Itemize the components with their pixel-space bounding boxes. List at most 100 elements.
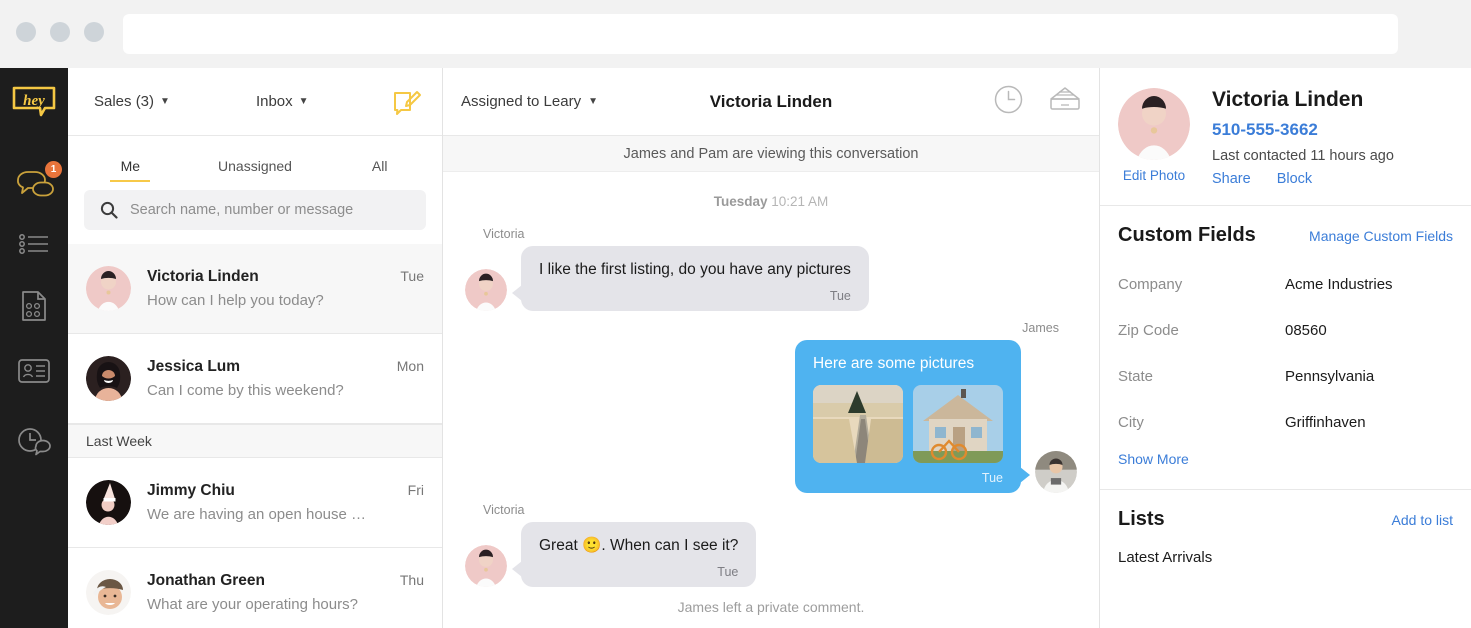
search-box[interactable] xyxy=(84,190,426,230)
list-item[interactable]: Jimmy Chiu Fri We are having an open hou… xyxy=(68,458,442,548)
assigned-to-dropdown[interactable]: Assigned to Leary ▼ xyxy=(461,93,598,110)
avatar xyxy=(86,570,131,615)
list-item-time: Fri xyxy=(407,482,424,498)
edit-photo-link[interactable]: Edit Photo xyxy=(1118,168,1190,183)
message-bubble[interactable]: Here are some pictures Tue xyxy=(795,339,1030,493)
message-column: Victoria xyxy=(465,502,757,587)
message-bubble[interactable]: Great 🙂. When can I see it? Tue xyxy=(511,521,757,587)
message-sender: Victoria xyxy=(483,227,525,241)
tab-me[interactable]: Me xyxy=(68,158,193,182)
conversation-items: Victoria Linden Tue How can I help you t… xyxy=(68,244,442,628)
list-item-time: Tue xyxy=(400,268,424,284)
archive-button[interactable] xyxy=(1049,86,1081,117)
avatar-image xyxy=(86,480,131,525)
custom-field-row: Company Acme Industries xyxy=(1118,261,1453,307)
custom-field-label: State xyxy=(1118,367,1154,385)
list-item-name: Jimmy Chiu xyxy=(147,482,235,499)
sidebar-item-templates[interactable] xyxy=(0,290,68,322)
message-time: Tue xyxy=(829,288,851,303)
message-row: Victoria xyxy=(443,227,1099,311)
custom-fields-list: Company Acme Industries Zip Code 08560 S… xyxy=(1118,261,1453,445)
svg-text:hey: hey xyxy=(23,93,45,109)
block-link[interactable]: Block xyxy=(1277,171,1312,187)
custom-field-label: Zip Code xyxy=(1118,321,1179,339)
message-list: Tuesday 10:21 AM Victoria I like the fir… xyxy=(443,172,1099,628)
avatar-image xyxy=(86,356,131,401)
custom-field-row: State Pennsylvania xyxy=(1118,353,1453,399)
sidebar-item-scheduled[interactable] xyxy=(0,426,68,456)
list-item-body: Jonathan Green Thu What are your operati… xyxy=(147,572,424,613)
tab-all[interactable]: All xyxy=(317,158,442,182)
lists-header: Lists Add to list xyxy=(1118,508,1453,531)
show-more-link[interactable]: Show More xyxy=(1118,451,1453,467)
message-attachments xyxy=(813,384,1003,463)
snooze-button[interactable] xyxy=(994,85,1023,119)
search-input[interactable] xyxy=(130,202,410,218)
attachment-thumbnail[interactable] xyxy=(813,384,903,463)
messages-unread-badge: 1 xyxy=(45,161,62,178)
list-item-top-row: Victoria Linden Tue xyxy=(147,268,424,286)
hey-logo[interactable]: hey xyxy=(0,84,68,118)
custom-field-row: Zip Code 08560 xyxy=(1118,307,1453,353)
day-separator: Tuesday 10:21 AM xyxy=(443,194,1099,209)
tab-all-label: All xyxy=(371,158,388,174)
list-entry[interactable]: Latest Arrivals xyxy=(1118,549,1453,566)
contact-header: Edit Photo Victoria Linden 510-555-3662 … xyxy=(1100,68,1471,206)
avatar-image xyxy=(465,268,507,311)
compose-button[interactable] xyxy=(392,89,422,122)
sidebar-item-messages[interactable]: 1 xyxy=(0,161,68,205)
list-item[interactable]: Jessica Lum Mon Can I come by this weeke… xyxy=(68,334,442,424)
chevron-down-icon: ▼ xyxy=(298,95,309,107)
thread-header: Assigned to Leary ▼ Victoria Linden xyxy=(443,68,1099,136)
close-window-button[interactable] xyxy=(16,22,36,42)
custom-field-value[interactable]: 08560 xyxy=(1285,322,1327,339)
inbox-selector-dropdown[interactable]: Sales (3) ▼ xyxy=(94,93,170,110)
list-item-body: Jimmy Chiu Fri We are having an open hou… xyxy=(147,482,424,523)
sidebar-item-contacts[interactable] xyxy=(0,358,68,384)
custom-field-label: Company xyxy=(1118,275,1183,293)
message-time: Tue xyxy=(981,470,1003,485)
message-text: Great 🙂. When can I see it? xyxy=(539,536,739,554)
list-item[interactable]: Victoria Linden Tue How can I help you t… xyxy=(68,244,442,334)
add-to-list-link[interactable]: Add to list xyxy=(1392,512,1453,528)
custom-field-value[interactable]: Griffinhaven xyxy=(1285,414,1366,431)
custom-fields-section: Custom Fields Manage Custom Fields Compa… xyxy=(1100,206,1471,490)
archive-tray-icon xyxy=(1050,87,1080,110)
sidebar-item-lists[interactable] xyxy=(0,232,68,256)
folder-selector-dropdown[interactable]: Inbox ▼ xyxy=(256,93,309,110)
message-bubble[interactable]: I like the first listing, do you have an… xyxy=(512,246,869,311)
tab-unassigned[interactable]: Unassigned xyxy=(193,158,318,182)
address-bar-input[interactable] xyxy=(123,14,1398,54)
list-item[interactable]: Jonathan Green Thu What are your operati… xyxy=(68,548,442,628)
viewing-notice: James and Pam are viewing this conversat… xyxy=(443,136,1099,172)
message-row: James Here are some pictures Tue xyxy=(443,321,1099,493)
share-link[interactable]: Share xyxy=(1212,171,1251,187)
list-item-preview: How can I help you today? xyxy=(147,292,324,309)
conversation-thread-panel: Assigned to Leary ▼ Victoria Linden Jame… xyxy=(443,68,1100,628)
avatar xyxy=(465,268,507,311)
thread-header-actions xyxy=(994,85,1081,119)
address-bar[interactable] xyxy=(123,14,1398,54)
attachment-thumbnail[interactable] xyxy=(913,384,1003,463)
lists-title: Lists xyxy=(1118,508,1165,530)
hey-logo-icon: hey xyxy=(12,86,56,117)
avatar-image xyxy=(86,266,131,311)
message-text: Here are some pictures xyxy=(813,354,975,372)
message-sender: Victoria xyxy=(483,502,525,517)
avatar[interactable] xyxy=(1118,88,1190,160)
contact-name: Victoria Linden xyxy=(1212,88,1364,111)
custom-field-value[interactable]: Pennsylvania xyxy=(1285,368,1374,385)
message-time: Tue xyxy=(717,564,739,579)
message-column: Victoria xyxy=(465,227,869,311)
contact-phone[interactable]: 510-555-3662 xyxy=(1212,120,1394,140)
manage-custom-fields-link[interactable]: Manage Custom Fields xyxy=(1309,228,1453,244)
minimize-window-button[interactable] xyxy=(50,22,70,42)
conversation-filter-tabs: Me Unassigned All xyxy=(68,136,442,182)
avatar xyxy=(86,266,131,311)
maximize-window-button[interactable] xyxy=(84,22,104,42)
custom-field-value[interactable]: Acme Industries xyxy=(1285,276,1393,293)
photo-house-icon xyxy=(913,384,1003,463)
day-separator-time: 10:21 AM xyxy=(771,194,829,209)
search-icon xyxy=(100,201,118,219)
browser-chrome xyxy=(0,0,1471,68)
